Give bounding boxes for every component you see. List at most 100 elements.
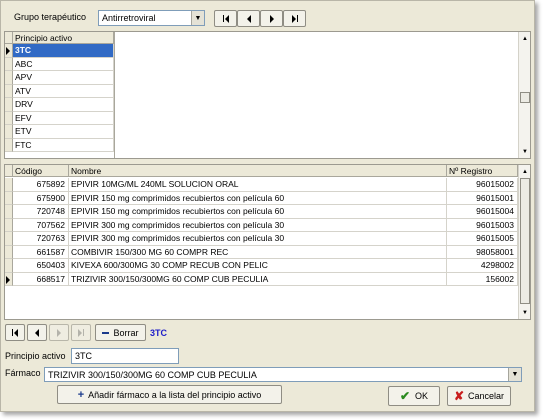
active-ingredient-grid: Principio activo 3TC ABC APV ATV DRV EFV ETV FT…: [4, 31, 531, 159]
drug-cell-code[interactable]: 675900: [13, 191, 69, 205]
row-indicator[interactable]: [5, 205, 13, 219]
ok-button-label: OK: [415, 391, 429, 401]
grid-nav-next-button[interactable]: [49, 324, 69, 341]
active-grid-header[interactable]: Principio activo: [13, 32, 114, 44]
next-icon: [57, 328, 61, 337]
drug-cell-reg[interactable]: 96015001: [447, 191, 518, 205]
row-indicator[interactable]: [5, 178, 13, 192]
row-indicator[interactable]: [5, 84, 13, 98]
check-icon: ✔: [399, 389, 411, 403]
close-icon: ✘: [453, 389, 465, 403]
row-indicator[interactable]: [5, 125, 13, 139]
scroll-thumb[interactable]: [520, 92, 530, 103]
row-indicator[interactable]: [5, 218, 13, 232]
row-indicator[interactable]: [5, 111, 13, 125]
active-ingredient-label: Principio activo: [5, 351, 66, 361]
add-drug-button-label: Añadir fármaco a la lista del principio …: [88, 389, 262, 400]
active-ingredient-row[interactable]: ATV: [13, 84, 114, 98]
minus-icon: [102, 331, 110, 334]
scroll-up-icon[interactable]: ▲: [519, 166, 531, 177]
drug-cell-reg[interactable]: 96015005: [447, 232, 518, 246]
chevron-down-icon[interactable]: ▼: [191, 11, 204, 25]
drug-cell-name[interactable]: EPIVIR 300 mg comprimidos recubiertos co…: [69, 232, 447, 246]
active-ingredient-row[interactable]: EFV: [13, 111, 114, 125]
nav-next-button[interactable]: [260, 10, 283, 27]
chevron-down-icon[interactable]: ▼: [508, 368, 521, 381]
drug-cell-name[interactable]: EPIVIR 10MG/ML 240ML SOLUCION ORAL: [69, 178, 447, 192]
group-select-value: Antirretroviral: [102, 13, 156, 23]
active-ingredient-row[interactable]: DRV: [13, 98, 114, 112]
drug-cell-code[interactable]: 668517: [13, 272, 69, 286]
drug-cell-code[interactable]: 661587: [13, 245, 69, 259]
cancel-button[interactable]: ✘ Cancelar: [447, 386, 511, 406]
scroll-thumb[interactable]: [520, 178, 530, 304]
grid-nav-prev-button[interactable]: [27, 324, 47, 341]
drug-grid: Código Nombre Nº Registro 675892 EPIVIR 1…: [4, 164, 531, 320]
add-drug-button[interactable]: + Añadir fármaco a la lista del principi…: [57, 385, 282, 404]
drug-cell-reg[interactable]: 156002: [447, 272, 518, 286]
drug-cell-code[interactable]: 675892: [13, 178, 69, 192]
drug-label: Fármaco: [5, 368, 41, 378]
code-header[interactable]: Código: [13, 165, 69, 177]
group-select[interactable]: Antirretroviral ▼: [98, 10, 205, 26]
row-indicator[interactable]: [5, 232, 13, 246]
registry-header[interactable]: Nº Registro: [447, 165, 518, 177]
drug-cell-name[interactable]: TRIZIVIR 300/150/300MG 60 COMP CUB PECUL…: [69, 272, 447, 286]
drug-cell-reg[interactable]: 96015004: [447, 205, 518, 219]
scroll-down-icon[interactable]: ▼: [519, 307, 531, 318]
delete-button[interactable]: Borrar: [95, 324, 146, 341]
row-indicator[interactable]: [5, 272, 13, 286]
active-ingredient-field[interactable]: 3TC: [71, 348, 179, 364]
row-indicator-header: [5, 32, 13, 44]
last-icon: [291, 14, 298, 23]
nav-prev-button[interactable]: [237, 10, 260, 27]
group-label: Grupo terapéutico: [14, 12, 87, 22]
drug-cell-code[interactable]: 707562: [13, 218, 69, 232]
drug-grid-scrollbar[interactable]: ▲ ▼: [518, 165, 530, 319]
drug-cell-reg[interactable]: 96015002: [447, 178, 518, 192]
active-ingredient-row[interactable]: 3TC: [13, 44, 114, 58]
row-indicator[interactable]: [5, 71, 13, 85]
active-ingredient-row[interactable]: ETV: [13, 125, 114, 139]
row-indicator[interactable]: [5, 191, 13, 205]
nav-last-button[interactable]: [283, 10, 306, 27]
nav-first-button[interactable]: [214, 10, 237, 27]
row-indicator[interactable]: [5, 138, 13, 152]
drug-cell-reg[interactable]: 98058001: [447, 245, 518, 259]
drug-cell-reg[interactable]: 96015003: [447, 218, 518, 232]
plus-icon: +: [77, 388, 85, 401]
active-ingredient-row[interactable]: APV: [13, 71, 114, 85]
first-icon: [222, 14, 229, 23]
scroll-up-icon[interactable]: ▲: [519, 33, 531, 44]
scroll-down-icon[interactable]: ▼: [519, 146, 531, 157]
grid-nav-first-button[interactable]: [5, 324, 25, 341]
row-indicator[interactable]: [5, 98, 13, 112]
row-indicator[interactable]: [5, 57, 13, 71]
drug-cell-code[interactable]: 720748: [13, 205, 69, 219]
delete-button-label: Borrar: [113, 327, 139, 338]
drug-select-value: TRIZIVIR 300/150/300MG 60 COMP CUB PECUL…: [48, 369, 257, 380]
drug-cell-name[interactable]: EPIVIR 300 mg comprimidos recubiertos co…: [69, 218, 447, 232]
first-icon: [12, 328, 18, 337]
next-icon: [269, 14, 274, 23]
grid-nav-last-button[interactable]: [71, 324, 91, 341]
drug-cell-code[interactable]: 650403: [13, 259, 69, 273]
drug-cell-code[interactable]: 720763: [13, 232, 69, 246]
row-indicator[interactable]: [5, 245, 13, 259]
active-grid-scrollbar[interactable]: ▲ ▼: [518, 32, 530, 158]
drug-cell-name[interactable]: KIVEXA 600/300MG 30 COMP RECUB CON PELIC: [69, 259, 447, 273]
row-indicator[interactable]: [5, 259, 13, 273]
drug-cell-name[interactable]: EPIVIR 150 mg comprimidos recubiertos co…: [69, 205, 447, 219]
name-header[interactable]: Nombre: [69, 165, 447, 177]
drug-select[interactable]: TRIZIVIR 300/150/300MG 60 COMP CUB PECUL…: [44, 367, 522, 382]
prev-icon: [35, 328, 39, 337]
drug-cell-name[interactable]: COMBIVIR 150/300 MG 60 COMPR REC: [69, 245, 447, 259]
drug-cell-name[interactable]: EPIVIR 150 mg comprimidos recubiertos co…: [69, 191, 447, 205]
active-ingredient-row[interactable]: FTC: [13, 138, 114, 152]
ok-button[interactable]: ✔ OK: [388, 386, 440, 406]
row-indicator[interactable]: [5, 44, 13, 58]
cancel-button-label: Cancelar: [468, 391, 505, 401]
row-indicator-header: [5, 165, 13, 177]
drug-cell-reg[interactable]: 4298002: [447, 259, 518, 273]
active-ingredient-row[interactable]: ABC: [13, 57, 114, 71]
